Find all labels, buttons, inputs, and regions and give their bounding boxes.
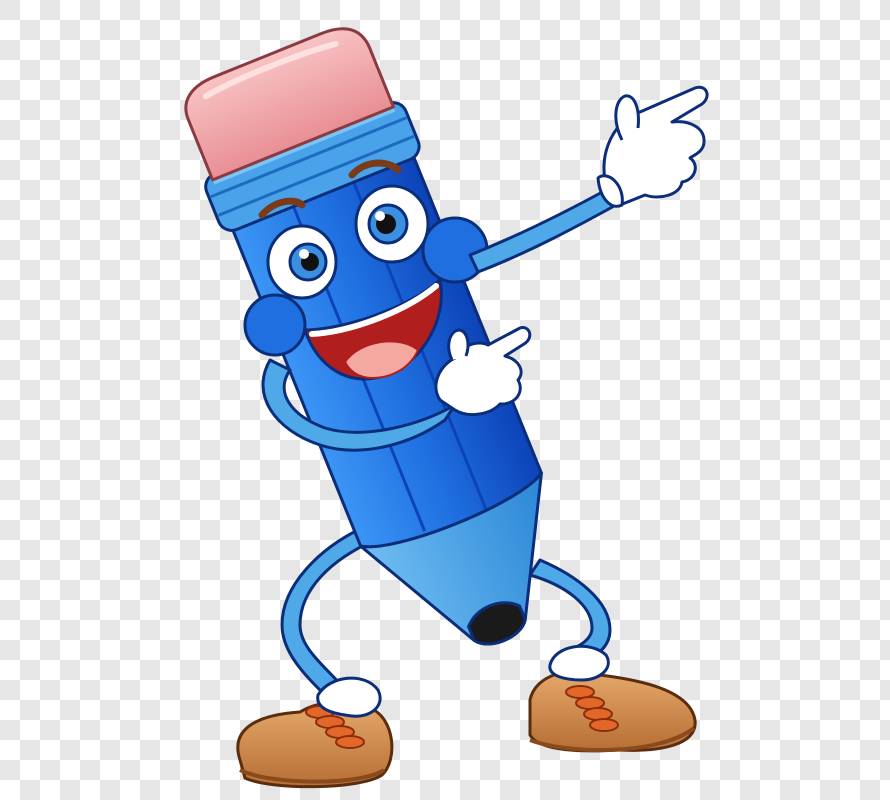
illustration-canvas <box>0 0 890 800</box>
left-eye-glint <box>299 249 309 259</box>
right-ankle-cuff <box>548 644 610 682</box>
side-glove-thumb <box>447 328 470 361</box>
right-eye-icon <box>354 184 430 264</box>
left-eye-icon <box>266 224 338 300</box>
left-ankle-cuff <box>316 676 382 718</box>
pencil-mascot-illustration <box>0 0 890 800</box>
left-cheek <box>243 293 307 357</box>
right-eye-glint <box>375 211 385 221</box>
